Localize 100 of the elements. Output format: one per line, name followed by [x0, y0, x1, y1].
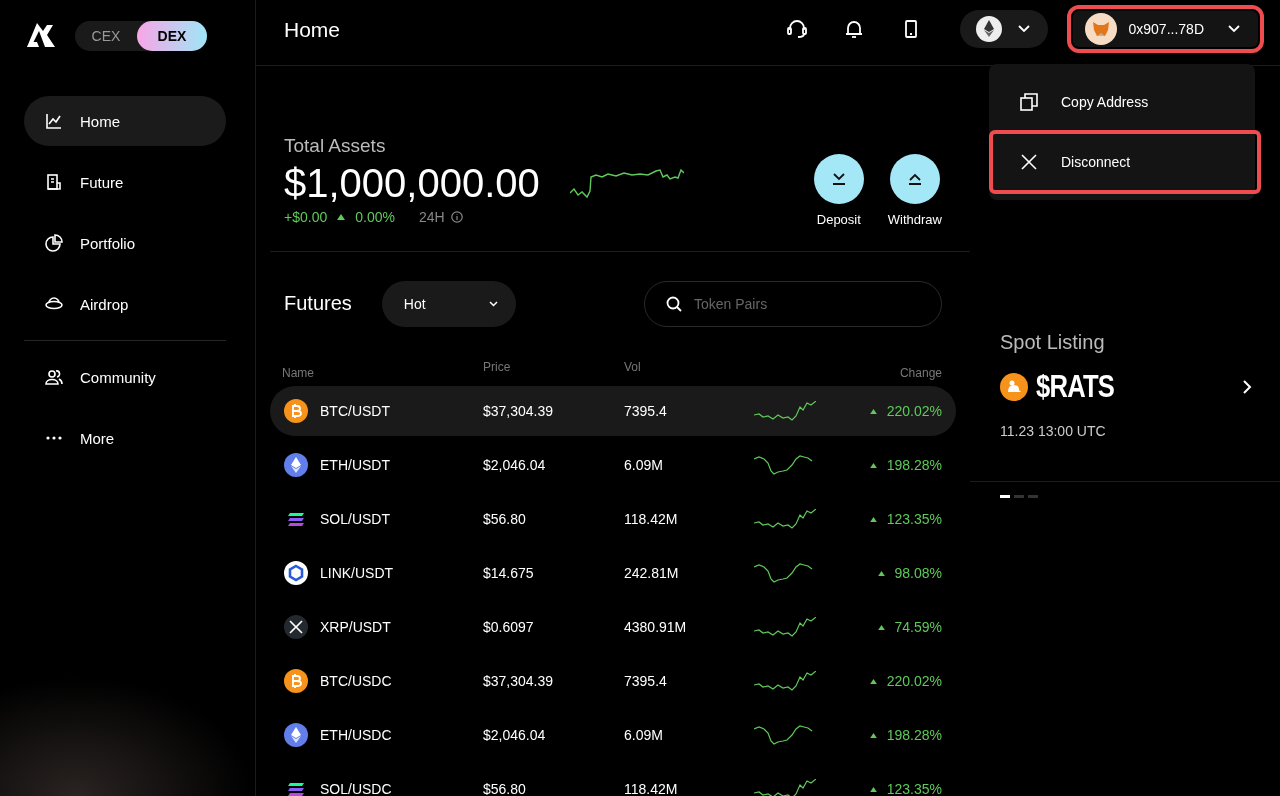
volume-cell-text: 6.09M	[624, 727, 664, 743]
more-icon	[46, 436, 62, 440]
change-cell: 198.28%	[886, 727, 942, 743]
sol-coin-icon	[288, 782, 304, 796]
change-cell: 74.59%	[894, 619, 942, 635]
price-cell-text: $37,304.39	[483, 673, 555, 689]
network-selector[interactable]	[959, 10, 1048, 48]
logo-icon	[25, 23, 57, 49]
price-cell-text: $2,046.04	[483, 727, 547, 743]
market-row[interactable]: XRP/USDT $0.6097 4380.91M 74.59%	[270, 602, 956, 652]
market-row[interactable]: BTC/USDC $37,304.39 7395.4 220.02%	[270, 656, 956, 706]
period-label: 24H	[418, 209, 445, 225]
price-cell-text: $37,304.39	[483, 403, 555, 419]
xrp-coin-icon	[284, 615, 308, 639]
chart-icon	[44, 111, 64, 131]
trend-sparkline	[754, 401, 816, 421]
token-name: $RATS	[1036, 368, 1115, 405]
price-cell-text: $14.675	[483, 565, 535, 581]
triangle-up-icon	[869, 732, 877, 738]
ethereum-icon	[975, 16, 1002, 42]
search-field[interactable]: Token Pairs	[644, 280, 942, 327]
close-icon	[1019, 152, 1039, 172]
market-row[interactable]: ETH/USDT $2,046.04 6.09M 198.28%	[270, 440, 956, 490]
volume-cell-text: 7395.4	[624, 673, 668, 689]
column-header: Vol	[624, 360, 642, 376]
volume-cell-text: 6.09M	[624, 457, 664, 473]
trend-sparkline	[754, 509, 816, 529]
page-title: Home	[284, 17, 342, 42]
triangle-up-icon	[869, 678, 877, 684]
volume-cell-text: 242.81M	[624, 565, 680, 581]
chevron-down-icon	[1017, 25, 1030, 33]
triangle-up-icon	[869, 516, 877, 522]
btc-coin-icon	[284, 399, 308, 423]
volume-cell-text: 7395.4	[624, 403, 668, 419]
section-title: Total Assets	[284, 135, 387, 157]
volume-cell-text: 118.42M	[624, 781, 679, 796]
pair-name: ETH/USDC	[320, 727, 392, 743]
column-header: Name	[282, 365, 315, 382]
fox-icon	[1084, 13, 1117, 45]
upload-icon	[906, 172, 923, 186]
listing-time: 11.23 13:00 UTC	[1000, 423, 1107, 439]
triangle-up-icon	[869, 462, 877, 468]
pair-name: XRP/USDT	[320, 619, 391, 635]
nav-item[interactable]: Portfolio	[24, 218, 226, 268]
nav-item[interactable]: Home	[24, 96, 226, 146]
chevron-down-icon	[1228, 25, 1240, 33]
search-icon	[666, 295, 682, 312]
price-cell-text: $56.80	[483, 781, 527, 796]
triangle-up-icon	[877, 570, 885, 576]
triangle-up-icon	[337, 214, 346, 220]
pair-name: BTC/USDC	[320, 673, 392, 689]
price-cell-text: $0.6097	[483, 619, 535, 635]
change-cell: 198.28%	[886, 457, 942, 473]
total-balance: $1,000,000.00	[284, 160, 540, 207]
market-row[interactable]: LINK/USDT $14.675 242.81M 98.08%	[270, 548, 956, 598]
triangle-up-icon	[869, 408, 877, 414]
chevron-down-icon	[488, 300, 498, 307]
volume-cell-text: 4380.91M	[624, 619, 688, 635]
eth-coin-icon	[284, 453, 308, 477]
market-row[interactable]: SOL/USDT $56.80 118.42M 123.35%	[270, 494, 956, 544]
pair-name: SOL/USDT	[320, 511, 390, 527]
change-cell: 220.02%	[886, 673, 942, 689]
pair-name: ETH/USDT	[320, 457, 390, 473]
eth-coin-icon	[284, 723, 308, 747]
people-icon	[44, 367, 64, 387]
mode-tab[interactable]: CEX	[75, 21, 137, 51]
pair-name: LINK/USDT	[320, 565, 394, 581]
triangle-up-icon	[877, 624, 885, 630]
info-icon[interactable]	[450, 211, 463, 223]
change-amount: +$0.00	[284, 209, 328, 225]
pair-name: BTC/USDT	[320, 403, 390, 419]
trend-sparkline	[754, 617, 816, 637]
change-cell: 123.35%	[886, 781, 942, 796]
trend-sparkline	[754, 779, 816, 796]
download-icon	[830, 172, 847, 186]
change-percent: 0.00%	[355, 209, 395, 225]
triangle-up-icon	[869, 786, 877, 792]
section-title: Spot Listing	[1000, 331, 1106, 354]
nav-item[interactable]: Future	[24, 157, 226, 207]
filter-dropdown[interactable]: Hot	[381, 280, 516, 327]
link-coin-icon	[284, 561, 308, 585]
market-row[interactable]: BTC/USDT $37,304.39 7395.4 220.02%	[270, 386, 956, 436]
market-row[interactable]: ETH/USDC $2,046.04 6.09M 198.28%	[270, 710, 956, 760]
market-row[interactable]: SOL/USDC $56.80 118.42M 123.35%	[270, 764, 956, 796]
nav-item[interactable]: Airdrop	[24, 279, 226, 329]
menu-item[interactable]: Disconnect	[991, 132, 1259, 192]
sol-coin-icon	[288, 512, 304, 526]
mode-tab[interactable]: DEX	[137, 21, 207, 51]
section-title: Futures	[284, 292, 352, 315]
menu-item[interactable]: Copy Address	[989, 72, 1255, 132]
headset-icon[interactable]	[785, 18, 808, 40]
chevron-right-icon[interactable]	[1243, 379, 1252, 394]
nav-item[interactable]: Community	[24, 352, 226, 402]
trend-sparkline	[754, 671, 816, 691]
nav-item[interactable]: More	[24, 413, 226, 463]
pair-name: SOL/USDC	[320, 781, 392, 796]
column-header: Price	[483, 360, 512, 376]
pie-chart-icon	[44, 233, 64, 253]
btc-coin-icon	[284, 669, 308, 693]
volume-cell-text: 118.42M	[624, 511, 679, 527]
